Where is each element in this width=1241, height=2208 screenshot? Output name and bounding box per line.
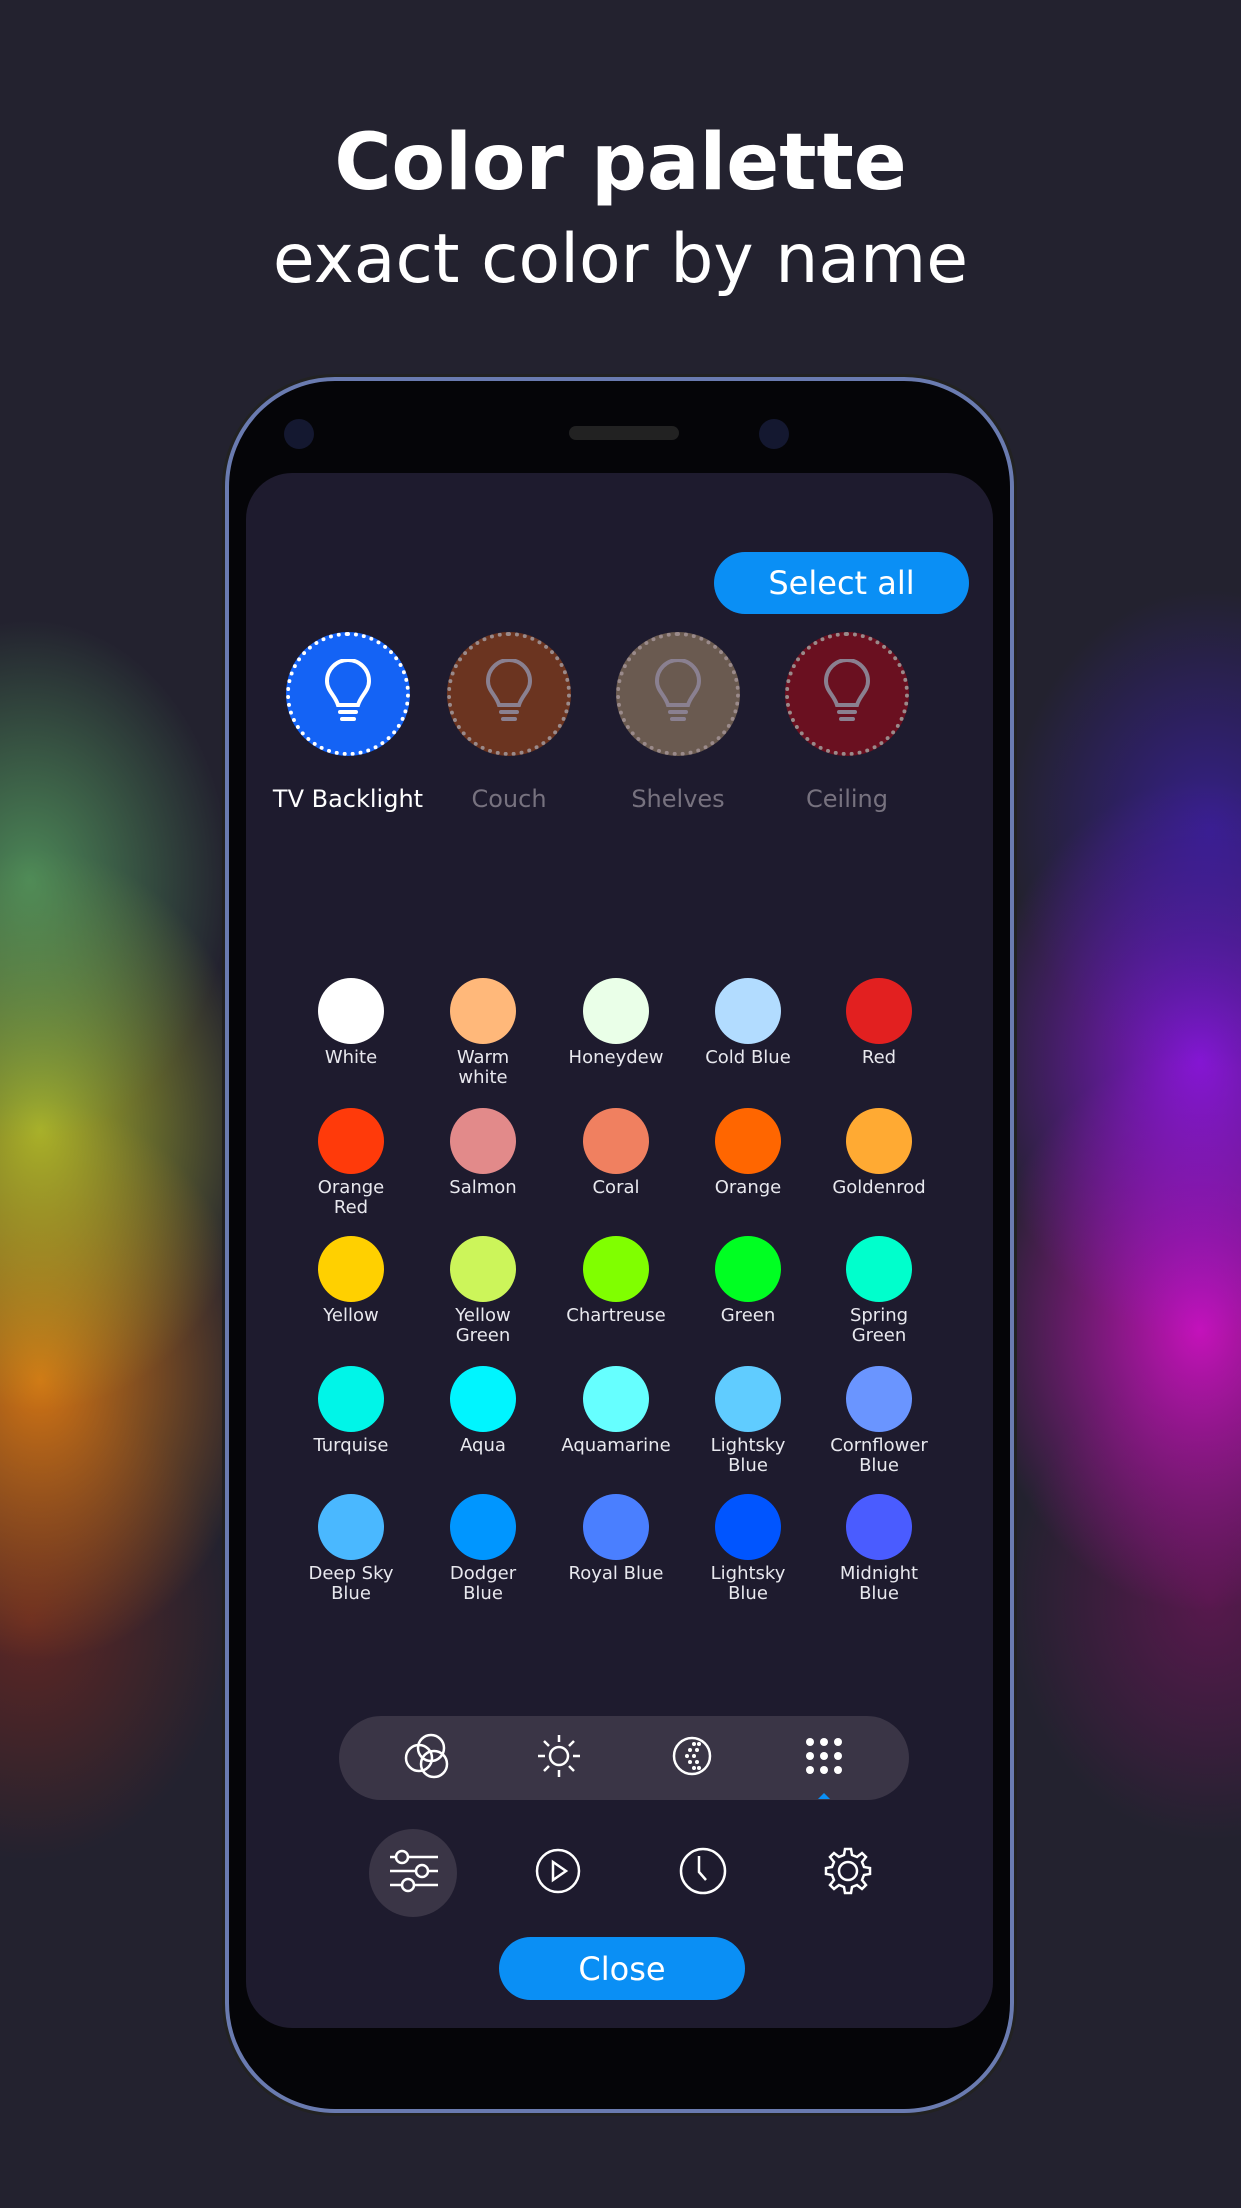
color-name: Aquamarine	[561, 1435, 671, 1456]
color-name: Warm white	[456, 1047, 510, 1088]
color-name: Lightsky Blue	[710, 1435, 786, 1476]
color-swatch[interactable]	[318, 978, 384, 1044]
color-swatch[interactable]	[583, 1236, 649, 1302]
color-swatch[interactable]	[715, 1366, 781, 1432]
color-swatch[interactable]	[715, 1494, 781, 1560]
color-swatch[interactable]	[583, 1366, 649, 1432]
color-swatch[interactable]	[450, 1366, 516, 1432]
color-name: Deep Sky Blue	[308, 1563, 394, 1604]
light-label: Ceiling	[806, 785, 888, 813]
mode-tab[interactable]	[662, 1728, 722, 1788]
nav-tab[interactable]	[818, 1843, 878, 1903]
brightness-icon	[535, 1732, 583, 1784]
color-swatch[interactable]	[583, 1108, 649, 1174]
color-name: Yellow Green	[455, 1305, 511, 1346]
color-name: Dodger Blue	[449, 1563, 517, 1604]
color-name: Orange	[714, 1177, 782, 1198]
color-name: Yellow	[323, 1305, 379, 1326]
color-name: Turquise	[313, 1435, 389, 1456]
color-swatch[interactable]	[318, 1494, 384, 1560]
palette-grid-icon	[804, 1736, 844, 1780]
color-name: Honeydew	[568, 1047, 664, 1068]
color-name: Royal Blue	[568, 1563, 664, 1584]
camera	[759, 419, 789, 449]
color-swatch[interactable]	[583, 1494, 649, 1560]
clock-icon	[678, 1846, 728, 1900]
camera	[284, 419, 314, 449]
color-name: Spring Green	[849, 1305, 909, 1346]
color-swatch[interactable]	[450, 1108, 516, 1174]
active-tab-indicator	[818, 1793, 830, 1799]
mode-tab[interactable]	[529, 1728, 589, 1788]
color-swatch[interactable]	[450, 978, 516, 1044]
color-swatch[interactable]	[846, 978, 912, 1044]
nav-tab[interactable]	[528, 1843, 588, 1903]
color-swatch[interactable]	[846, 1236, 912, 1302]
color-name: White	[324, 1047, 378, 1068]
lightbulb-icon	[822, 658, 872, 729]
mode-tab[interactable]	[794, 1728, 854, 1788]
sliders-icon	[388, 1849, 438, 1897]
color-name: Aqua	[460, 1435, 506, 1456]
color-swatch[interactable]	[715, 978, 781, 1044]
color-swatch[interactable]	[318, 1366, 384, 1432]
color-swatch[interactable]	[318, 1236, 384, 1302]
light-label: Shelves	[631, 785, 725, 813]
nav-tab[interactable]	[673, 1843, 733, 1903]
color-swatch[interactable]	[450, 1494, 516, 1560]
light-shelves[interactable]	[616, 632, 740, 756]
light-tv-backlight[interactable]	[286, 632, 410, 756]
color-name: Red	[861, 1047, 897, 1068]
color-name: Salmon	[449, 1177, 517, 1198]
color-swatch[interactable]	[583, 978, 649, 1044]
nav-tab[interactable]	[383, 1843, 443, 1903]
color-name: Cold Blue	[705, 1047, 791, 1068]
play-icon	[534, 1847, 582, 1899]
color-name: Goldenrod	[832, 1177, 926, 1198]
page-title: Color palette	[334, 118, 907, 208]
light-label: TV Backlight	[272, 785, 424, 813]
mode-tab[interactable]	[397, 1728, 457, 1788]
app-screen: Select all TV Backlight Couch Shelves Ce…	[246, 473, 993, 2028]
color-name: Coral	[592, 1177, 640, 1198]
lightbulb-icon	[323, 658, 373, 729]
temperature-icon	[670, 1734, 714, 1782]
page-subtitle: exact color by name	[272, 220, 969, 299]
light-label: Couch	[471, 785, 547, 813]
light-ceiling[interactable]	[785, 632, 909, 756]
lightbulb-icon	[653, 658, 703, 729]
color-swatch[interactable]	[846, 1494, 912, 1560]
color-name: Midnight Blue	[839, 1563, 919, 1604]
color-swatch[interactable]	[318, 1108, 384, 1174]
color-name: Green	[720, 1305, 776, 1326]
lightbulb-icon	[484, 658, 534, 729]
close-button[interactable]: Close	[499, 1937, 745, 2000]
color-swatch[interactable]	[715, 1108, 781, 1174]
color-name: Cornflower Blue	[830, 1435, 928, 1476]
color-swatch[interactable]	[846, 1366, 912, 1432]
select-all-button[interactable]: Select all	[714, 552, 969, 614]
color-name: Orange Red	[317, 1177, 385, 1218]
earpiece	[569, 426, 679, 440]
color-swatch[interactable]	[450, 1236, 516, 1302]
light-couch[interactable]	[447, 632, 571, 756]
color-circles-icon	[401, 1730, 453, 1786]
color-swatch[interactable]	[715, 1236, 781, 1302]
color-name: Chartreuse	[566, 1305, 666, 1326]
color-name: Lightsky Blue	[710, 1563, 786, 1604]
gear-icon	[823, 1846, 873, 1900]
color-swatch[interactable]	[846, 1108, 912, 1174]
